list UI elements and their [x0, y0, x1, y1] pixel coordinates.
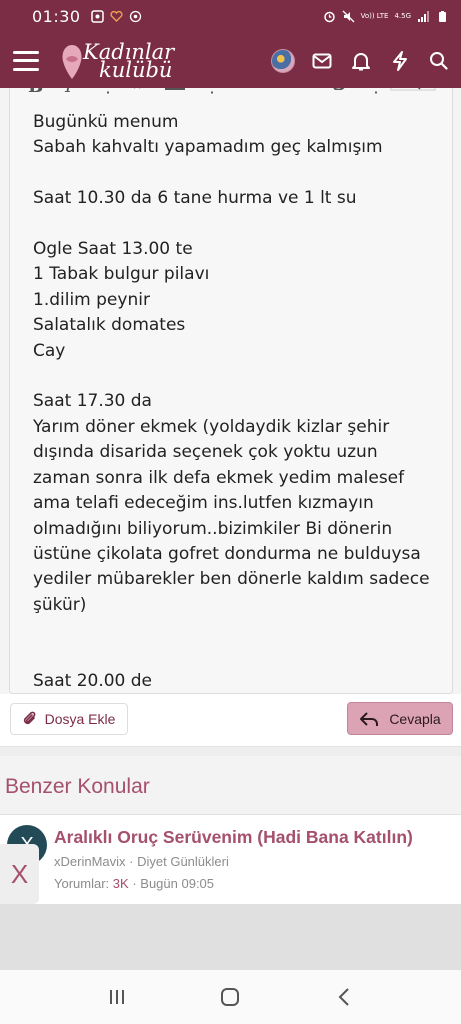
- message-editor[interactable]: B I ⋮ ⋮ ⋮ Bugünkü menum Sabah kahvaltı ya…: [9, 88, 453, 694]
- text-line: 1.dilim peynir: [33, 289, 150, 310]
- bold-icon[interactable]: B: [28, 88, 43, 97]
- recent-apps-icon[interactable]: [97, 982, 137, 1012]
- text-line: Saat 17.30 da: [33, 391, 152, 412]
- text-line: [33, 364, 437, 389]
- paperclip-icon: [23, 711, 35, 725]
- close-ad-button[interactable]: X: [0, 844, 39, 904]
- message-body-text[interactable]: Bugünkü menum Sabah kahvaltı yapamadım ge…: [33, 110, 437, 693]
- topic-title-link[interactable]: Aralıklı Oruç Serüvenim (Hadi Bana Katıl…: [54, 827, 413, 848]
- text-line: Saat 20.00 de: [33, 670, 153, 691]
- lightning-icon[interactable]: [387, 48, 412, 73]
- text-line: Ogle Saat 13.00 te: [33, 239, 193, 260]
- search-icon[interactable]: [426, 48, 451, 73]
- menu-icon[interactable]: [13, 50, 39, 71]
- site-logo[interactable]: Kadınlar kulübü: [57, 38, 174, 84]
- image-icon[interactable]: [165, 88, 185, 90]
- battery-icon: [439, 11, 446, 22]
- editor-toolbar: B I ⋮ ⋮ ⋮: [10, 88, 452, 100]
- network-indicator: 4.5G: [394, 12, 411, 20]
- text-line: [33, 212, 437, 237]
- italic-icon[interactable]: I: [65, 88, 72, 97]
- text-line: Sabah kahvaltı yapamadım geç kalmışım: [33, 137, 383, 158]
- bell-icon[interactable]: [348, 48, 373, 73]
- link-icon[interactable]: [130, 88, 150, 90]
- status-time: 01:30: [32, 7, 81, 26]
- messages-icon[interactable]: [309, 48, 334, 73]
- app-header: Kadınlar kulübü: [0, 33, 461, 88]
- reply-button[interactable]: Cevapla: [347, 702, 453, 735]
- meta-separator: ·: [132, 876, 137, 891]
- user-avatar-button[interactable]: [270, 48, 295, 73]
- undo-icon[interactable]: [328, 88, 348, 90]
- topic-date: Bugün 09:05: [140, 876, 215, 891]
- ad-banner-area: [0, 904, 461, 970]
- status-bar: 01:30 Vo)) LTE 4.5G: [0, 0, 461, 33]
- settings-status-icon: [129, 10, 141, 23]
- replies-label: Yorumlar:: [54, 876, 110, 891]
- editor-actions: Dosya Ekle Cevapla: [0, 694, 461, 746]
- topic-meta: xDerinMavix · Diyet Günlükleri: [54, 854, 229, 869]
- volte-indicator: Vo)) LTE: [360, 12, 389, 20]
- more-options-icon[interactable]: ⋮: [99, 88, 117, 97]
- insert-more-icon[interactable]: ⋮: [203, 88, 221, 97]
- mute-icon: [342, 10, 355, 23]
- similar-topics-title: Benzer Konular: [5, 775, 150, 798]
- text-line: [33, 644, 437, 669]
- alarm-icon: [323, 11, 335, 23]
- list-item[interactable]: X Aralıklı Oruç Serüvenim (Hadi Bana Kat…: [0, 815, 461, 904]
- text-line: Cay: [33, 340, 66, 361]
- attach-file-label: Dosya Ekle: [44, 711, 116, 727]
- text-line: Saat 10.30 da 6 tane hurma ve 1 lt su: [33, 188, 357, 209]
- toolbar-overflow-icon[interactable]: ⋮: [367, 88, 385, 97]
- text-line: [33, 618, 437, 643]
- notification-app-icon: [90, 10, 104, 23]
- back-icon[interactable]: [324, 982, 364, 1012]
- text-line: Bugünkü menum: [33, 112, 179, 132]
- system-nav-bar: [0, 970, 461, 1024]
- text-line: [33, 161, 437, 186]
- topic-author[interactable]: xDerinMavix: [54, 854, 126, 869]
- text-line: Yarım döner ekmek (yoldaydik kizlar şehi…: [33, 416, 435, 615]
- attach-file-button[interactable]: Dosya Ekle: [10, 703, 128, 735]
- topic-forum[interactable]: Diyet Günlükleri: [137, 854, 229, 869]
- similar-topics-section: Benzer Konular X Aralıklı Oruç Serüvenim…: [0, 757, 461, 904]
- signal-icon: [418, 11, 429, 22]
- reply-label: Cevapla: [389, 710, 441, 727]
- section-divider: [0, 746, 461, 756]
- home-icon[interactable]: [210, 982, 250, 1012]
- text-line: 1 Tabak bulgur pilavı: [33, 264, 210, 285]
- text-line: Salatalık domates: [33, 315, 186, 336]
- meta-separator: ·: [129, 854, 134, 869]
- heart-icon: [110, 10, 123, 22]
- reply-icon: [360, 711, 379, 726]
- avatar: [270, 48, 295, 73]
- preview-icon[interactable]: [390, 88, 436, 92]
- topic-stats: Yorumlar: 3K · Bugün 09:05: [54, 876, 214, 891]
- replies-count: 3K: [112, 876, 129, 891]
